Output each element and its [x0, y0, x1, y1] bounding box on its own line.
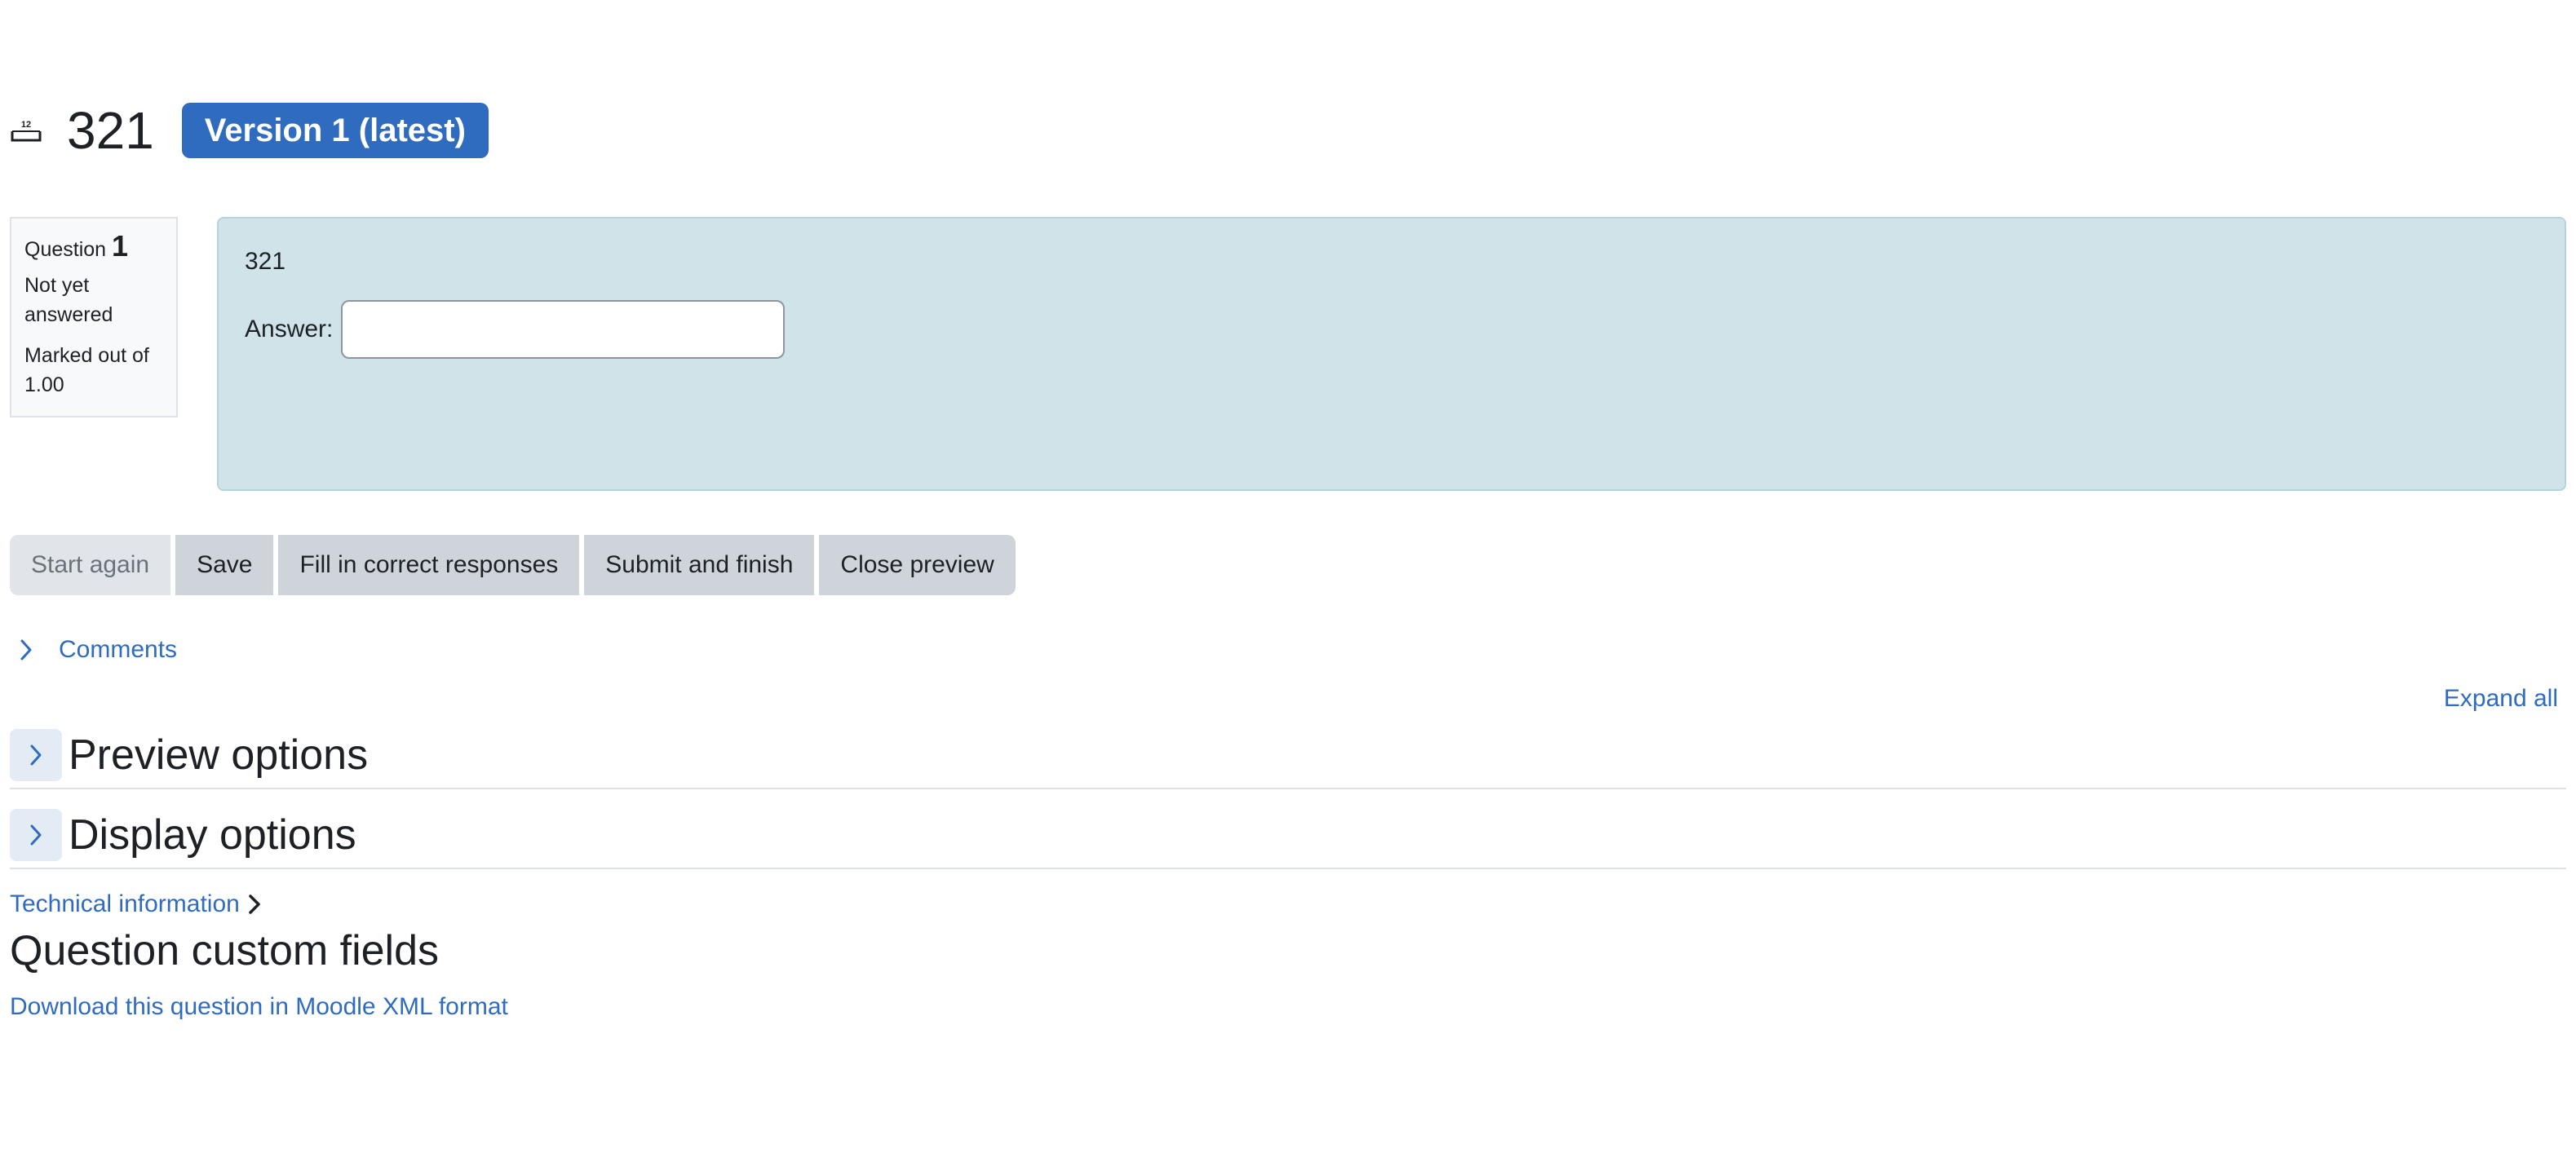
svg-text:12: 12: [21, 120, 31, 130]
custom-fields-heading: Question custom fields: [10, 927, 440, 974]
submit-and-finish-button[interactable]: Submit and finish: [584, 535, 815, 595]
display-options-toggle[interactable]: [10, 809, 62, 861]
page-header: 12 321 Version 1 (latest): [10, 96, 489, 165]
page-title: 321: [67, 101, 154, 160]
question-formulation: 321 Answer:: [217, 217, 2566, 491]
version-badge: Version 1 (latest): [181, 103, 489, 158]
technical-information-toggle[interactable]: Technical information: [10, 890, 261, 918]
answer-row: Answer:: [245, 300, 2538, 359]
fill-correct-responses-button[interactable]: Fill in correct responses: [278, 535, 580, 595]
download-xml-link[interactable]: Download this question in Moodle XML for…: [10, 993, 508, 1021]
answer-label: Answer:: [245, 316, 334, 342]
comments-label: Comments: [59, 636, 178, 663]
question-state: Not yet answered: [24, 274, 113, 326]
question-info-box: Question 1 Not yet answered Marked out o…: [10, 217, 178, 417]
technical-information-label: Technical information: [10, 890, 240, 917]
question-number-line: Question 1: [24, 232, 163, 264]
numerical-question-icon: 12: [10, 114, 42, 147]
display-options-heading[interactable]: Display options: [69, 811, 356, 859]
chevron-right-icon: [10, 638, 42, 661]
chevron-right-icon: [30, 824, 42, 846]
chevron-right-icon: [248, 893, 261, 916]
close-preview-button[interactable]: Close preview: [819, 535, 1016, 595]
preview-buttons: Start again Save Fill in correct respons…: [10, 535, 1016, 595]
preview-options-toggle[interactable]: [10, 729, 62, 781]
chevron-right-icon: [30, 744, 42, 766]
preview-options-section: Preview options: [10, 722, 2566, 789]
preview-options-heading[interactable]: Preview options: [69, 731, 368, 780]
expand-all-link[interactable]: Expand all: [2444, 685, 2558, 713]
comments-toggle[interactable]: Comments: [10, 636, 177, 664]
save-button[interactable]: Save: [175, 535, 274, 595]
question-preview-page: 12 321 Version 1 (latest) Question 1 Not…: [0, 0, 2576, 1153]
question-label: Question: [24, 238, 107, 261]
display-options-section: Display options: [10, 802, 2566, 869]
question-number: 1: [112, 229, 129, 263]
question-grade: Marked out of 1.00: [24, 344, 149, 396]
question-text: 321: [245, 248, 286, 275]
answer-input[interactable]: [341, 300, 786, 359]
start-again-button[interactable]: Start again: [10, 535, 171, 595]
